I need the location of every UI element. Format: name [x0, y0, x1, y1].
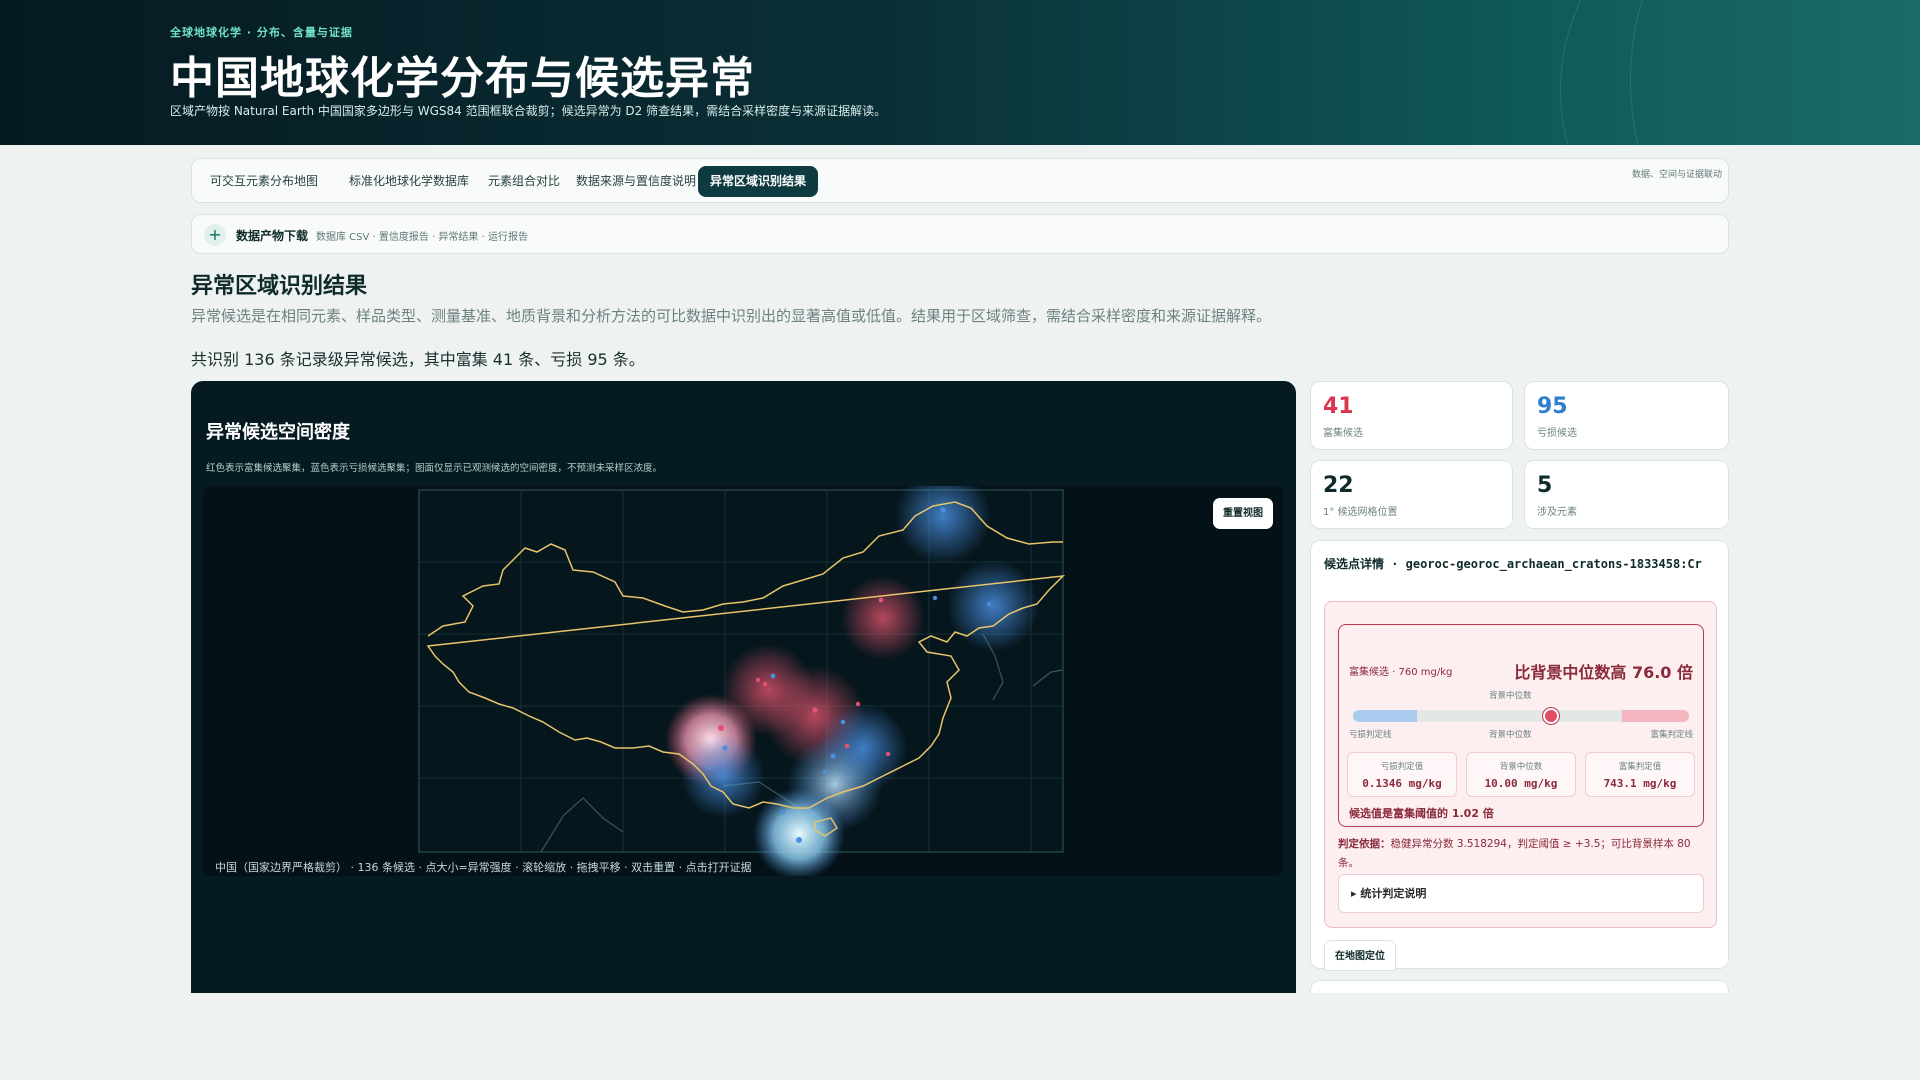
downloads-title: 数据产物下载 [236, 229, 309, 243]
page-header: 全球地球化学 · 分布、含量与证据 中国地球化学分布与候选异常 区域产物按 Na… [0, 0, 1920, 145]
value-label: 亏损判定值 [1380, 762, 1424, 772]
decorative-ring [1560, 0, 1920, 145]
tab-anomaly-results[interactable]: 异常区域识别结果 [698, 166, 819, 197]
stat-value: 22 [1323, 473, 1354, 498]
candidate-tag: 富集候选 · 760 mg/kg [1349, 667, 1453, 678]
threshold-gauge [1353, 710, 1689, 722]
plus-icon: + [204, 224, 226, 246]
map-caption: 中国（国家边界严格裁剪） · 136 条候选 · 点大小=异常强度 · 滚轮缩放… [215, 861, 752, 874]
value-number: 10.00 mg/kg [1484, 777, 1558, 790]
tab-element-comparison[interactable]: 元素组合对比 [476, 166, 572, 197]
value-box-enrichment: 富集判定值 743.1 mg/kg [1585, 752, 1695, 797]
reset-view-button[interactable]: 重置视图 [1213, 498, 1273, 529]
value-label: 背景中位数 [1499, 762, 1543, 772]
downloads-expander[interactable]: + 数据产物下载 数据库 CSV · 置信度报告 · 异常结果 · 运行报告 [191, 214, 1729, 254]
statistics-explanation-expander[interactable]: ▸ 统计判定说明 [1338, 874, 1704, 913]
tab-data-source[interactable]: 数据来源与置信度说明 [564, 166, 708, 197]
judgement-basis: 判定依据：稳健异常分数 3.518294，判定阈值 ≥ +3.5；可比背景样本 … [1338, 835, 1708, 873]
map-note: 红色表示富集候选聚集，蓝色表示亏损候选聚集；图面仅显示已观测候选的空间密度，不预… [206, 463, 663, 474]
value-number: 0.1346 mg/kg [1362, 777, 1442, 790]
tab-bar-hint: 数据、空间与证据联动 [1631, 170, 1722, 180]
tab-standard-database[interactable]: 标准化地球化学数据库 [337, 166, 481, 197]
map-title: 异常候选空间密度 [206, 422, 350, 443]
section-title: 异常区域识别结果 [191, 274, 368, 299]
candidate-detail-title: 候选点详情 · georoc-georoc_archaean_cratons-1… [1324, 557, 1702, 571]
section-summary: 共识别 136 条记录级异常候选，其中富集 41 条、亏损 95 条。 [191, 350, 645, 369]
candidate-summary-box: 富集候选 · 760 mg/kg 比背景中位数高 76.0 倍 背景中位数 亏损… [1338, 624, 1704, 827]
candidate-detail-card: 候选点详情 · georoc-georoc_archaean_cratons-1… [1310, 540, 1729, 971]
threshold-ratio: 候选值是富集阈值的 1.02 倍 [1349, 807, 1494, 820]
tab-bar: 可交互元素分布地图 标准化地球化学数据库 元素组合对比 数据来源与置信度说明 异… [191, 158, 1729, 203]
china-map-svg [418, 486, 1066, 876]
stat-label: 1° 候选网格位置 [1323, 507, 1398, 518]
candidate-headline: 比背景中位数高 76.0 倍 [1514, 663, 1693, 682]
value-number: 743.1 mg/kg [1603, 777, 1677, 790]
stat-card-elements: 5 涉及元素 [1524, 460, 1729, 529]
next-detail-card [1310, 980, 1729, 994]
section-description: 异常候选是在相同元素、样品类型、测量基准、地质背景和分析方法的可比数据中识别出的… [191, 307, 1272, 325]
stat-value: 5 [1537, 473, 1553, 498]
page-title: 中国地球化学分布与候选异常 [170, 53, 755, 104]
basis-text: 稳健异常分数 3.518294，判定阈值 ≥ +3.5；可比背景样本 80 条。 [1338, 838, 1691, 869]
gauge-median-label: 背景中位数 [1489, 691, 1532, 701]
basis-label: 判定依据： [1338, 838, 1391, 850]
page-subtitle: 区域产物按 Natural Earth 中国国家多边形与 WGS84 范围框联合… [170, 104, 887, 118]
downloads-description: 数据库 CSV · 置信度报告 · 异常结果 · 运行报告 [316, 232, 528, 243]
locate-on-map-button[interactable]: 在地图定位 [1324, 940, 1396, 971]
candidate-evidence-box: 富集候选 · 760 mg/kg 比背景中位数高 76.0 倍 背景中位数 亏损… [1324, 601, 1717, 928]
stat-label: 亏损候选 [1537, 428, 1577, 439]
value-box-median: 背景中位数 10.00 mg/kg [1466, 752, 1576, 797]
map-canvas[interactable]: 重置视图 中国（国家边界严格裁剪） · 136 条候选 · 点大小=异常强度 ·… [203, 486, 1283, 876]
stat-value: 41 [1323, 394, 1354, 419]
value-box-depletion: 亏损判定值 0.1346 mg/kg [1347, 752, 1457, 797]
header-eyebrow: 全球地球化学 · 分布、含量与证据 [170, 26, 353, 39]
stat-label: 涉及元素 [1537, 507, 1577, 518]
value-label: 富集判定值 [1618, 762, 1662, 772]
gauge-right-label: 富集判定线 [1650, 730, 1693, 740]
stat-card-enriched: 41 富集候选 [1310, 381, 1513, 450]
stat-card-grid-locations: 22 1° 候选网格位置 [1310, 460, 1513, 529]
gauge-enrichment-zone [1621, 710, 1689, 722]
density-map-panel: 异常候选空间密度 红色表示富集候选聚集，蓝色表示亏损候选聚集；图面仅显示已观测候… [191, 381, 1296, 993]
gauge-middle-label: 背景中位数 [1489, 730, 1532, 740]
stat-value: 95 [1537, 394, 1568, 419]
stat-card-depleted: 95 亏损候选 [1524, 381, 1729, 450]
page-bottom-area [0, 993, 1920, 1080]
tab-distribution-map[interactable]: 可交互元素分布地图 [198, 166, 330, 197]
stat-label: 富集候选 [1323, 428, 1363, 439]
gauge-depletion-zone [1353, 710, 1417, 722]
gauge-left-label: 亏损判定线 [1349, 730, 1392, 740]
